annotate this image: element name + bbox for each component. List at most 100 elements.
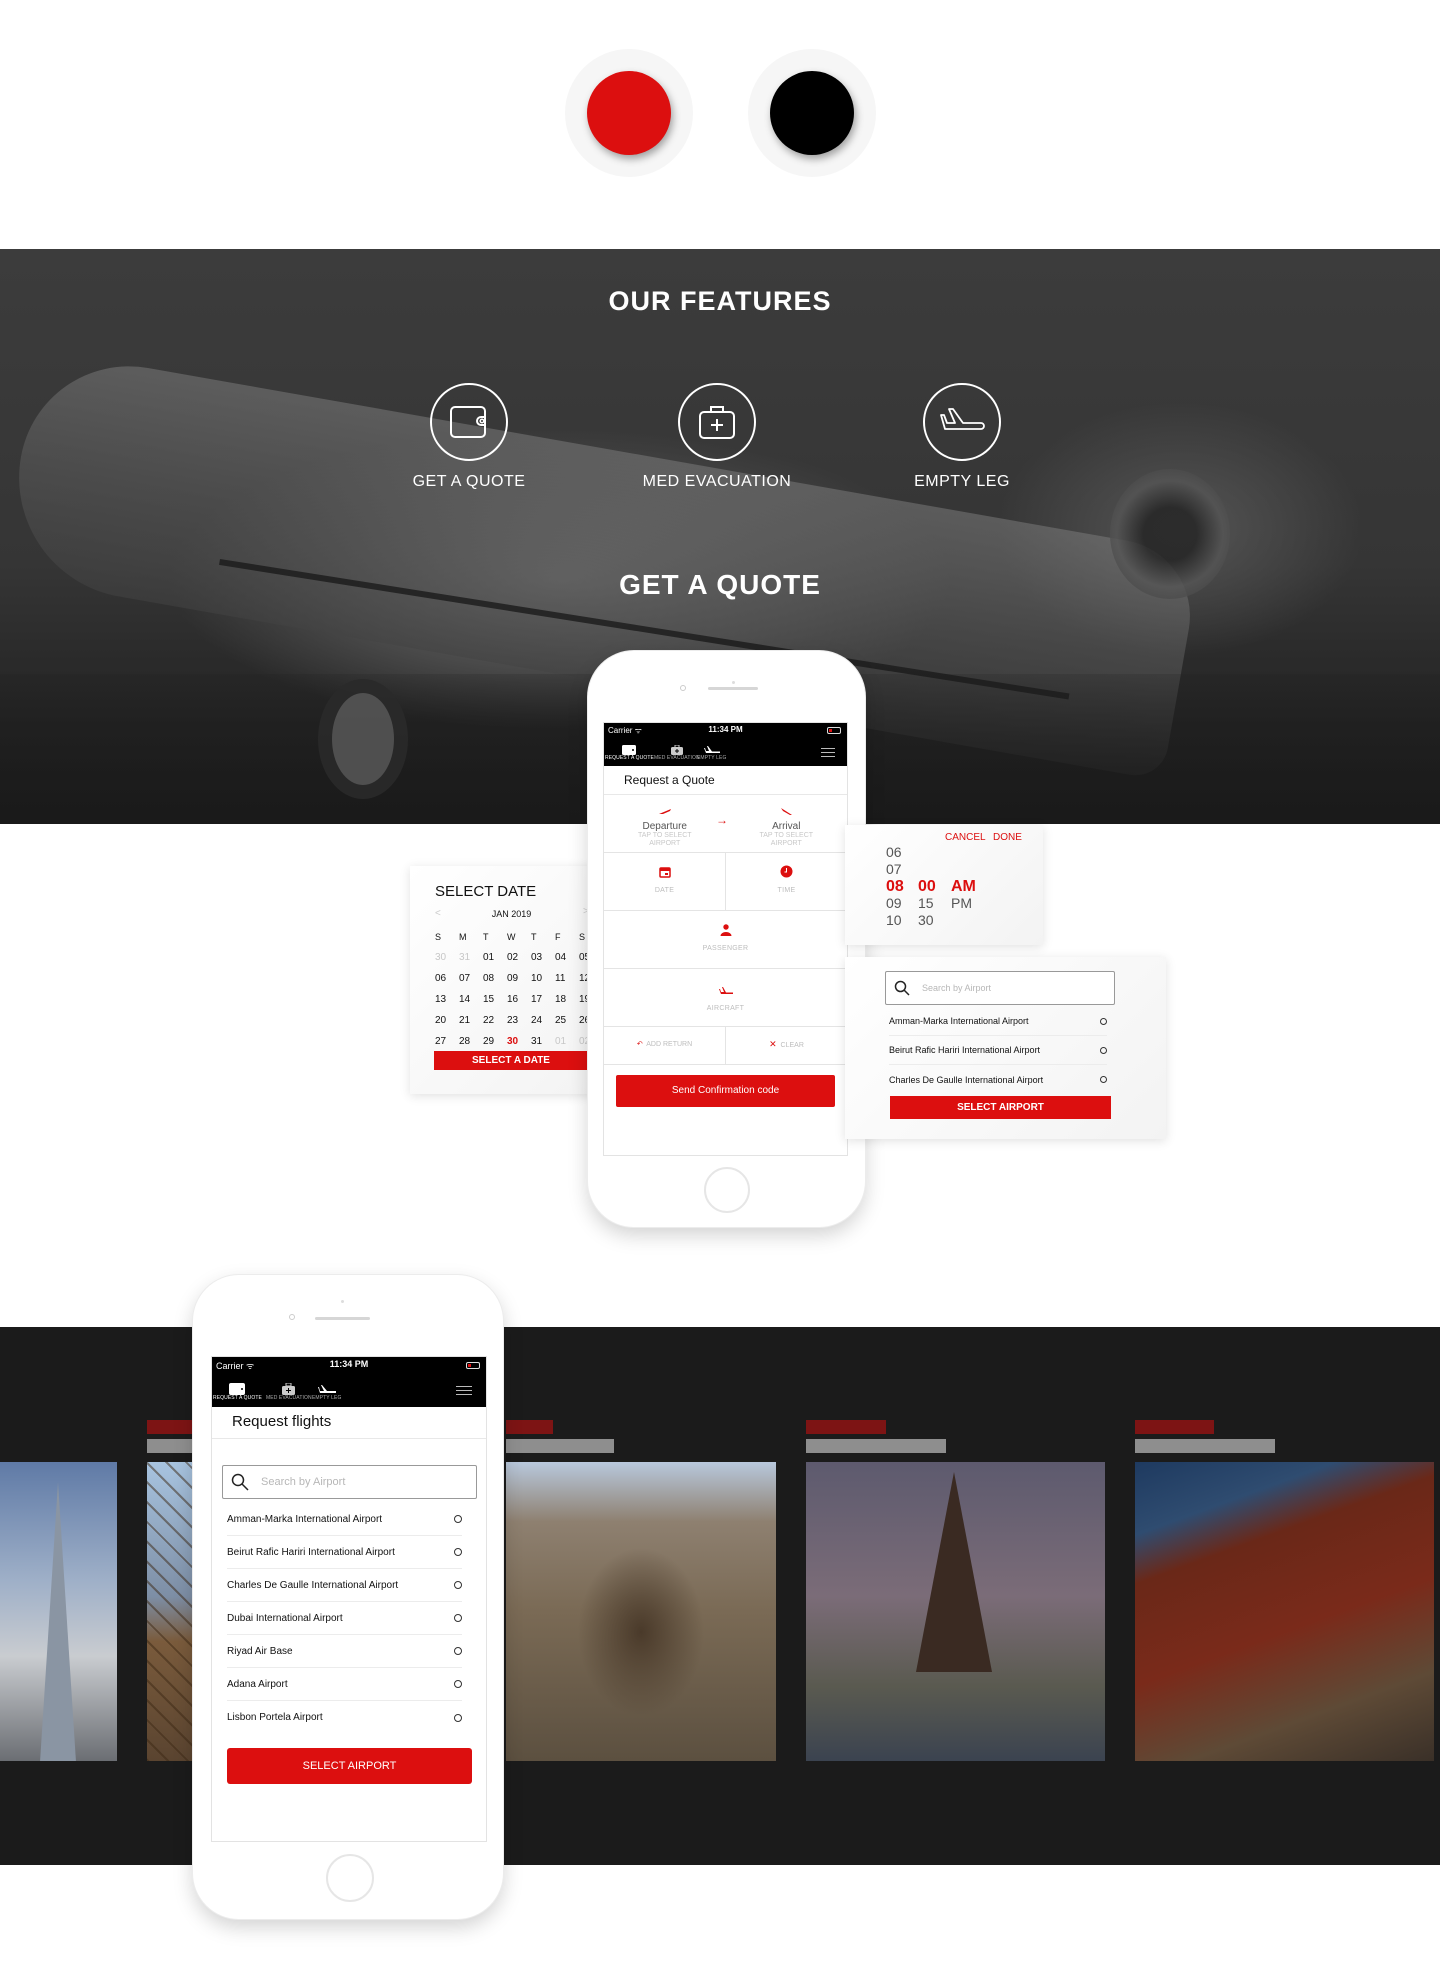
calendar-day[interactable]: 09 xyxy=(507,968,531,989)
calendar-day[interactable]: 01 xyxy=(555,1031,579,1052)
airport-search-input[interactable]: Search by Airport xyxy=(885,971,1115,1005)
hour-option[interactable]: 06 xyxy=(886,844,904,861)
calendar-day[interactable]: 07 xyxy=(459,968,483,989)
calendar-day[interactable]: 14 xyxy=(459,989,483,1010)
calendar-day[interactable]: 18 xyxy=(555,989,579,1010)
hour-option[interactable]: 09 xyxy=(886,895,904,912)
departure-field[interactable]: Departure TAP TO SELECT AIRPORT xyxy=(604,795,726,852)
select-airport-button[interactable]: SELECT AIRPORT xyxy=(890,1096,1111,1119)
calendar-day[interactable]: 08 xyxy=(483,968,507,989)
minute-option[interactable]: 15 xyxy=(918,895,936,912)
airport-list-item[interactable]: Beirut Rafic Hariri International Airpor… xyxy=(227,1536,462,1569)
send-confirmation-button[interactable]: Send Confirmation code xyxy=(616,1075,835,1107)
radio-button[interactable] xyxy=(454,1647,462,1655)
menu-icon[interactable] xyxy=(456,1386,472,1398)
home-button[interactable] xyxy=(704,1167,750,1213)
feature-med-evacuation[interactable]: MED EVACUATION xyxy=(617,383,817,491)
radio-button[interactable] xyxy=(454,1713,462,1722)
nav-tab-request-quote[interactable]: REQUEST A QUOTE xyxy=(213,1378,262,1401)
calendar-day[interactable]: 23 xyxy=(507,1010,531,1031)
calendar-day[interactable]: 28 xyxy=(459,1031,483,1052)
calendar-day[interactable]: 30 xyxy=(507,1031,531,1052)
calendar-day[interactable]: 03 xyxy=(531,947,555,968)
calendar-day[interactable]: 22 xyxy=(483,1010,507,1031)
time-cancel-button[interactable]: CANCEL xyxy=(945,832,986,843)
radio-button[interactable] xyxy=(1100,1017,1107,1025)
airplane-icon xyxy=(312,1378,341,1395)
period-option[interactable]: PM xyxy=(951,895,976,912)
nav-tab-empty-leg[interactable]: EMPTY LEG xyxy=(697,741,726,761)
radio-button[interactable] xyxy=(454,1581,462,1589)
arrival-field[interactable]: Arrival TAP TO SELECT AIRPORT xyxy=(726,795,848,852)
calendar-day[interactable]: 06 xyxy=(435,968,459,989)
minute-option[interactable]: 30 xyxy=(918,912,936,929)
calendar-day[interactable]: 31 xyxy=(531,1031,555,1052)
airport-list-item[interactable]: Amman-Marka International Airport xyxy=(889,1007,1107,1036)
hour-option[interactable]: 10 xyxy=(886,912,904,929)
calendar-icon xyxy=(604,865,725,883)
feature-get-a-quote[interactable]: GET A QUOTE xyxy=(369,383,569,491)
nav-tab-med-evacuation[interactable]: MED EVACUATION xyxy=(654,741,700,761)
calendar-day[interactable]: 15 xyxy=(483,989,507,1010)
radio-button[interactable] xyxy=(454,1548,462,1556)
nav-tab-request-quote[interactable]: REQUEST A QUOTE xyxy=(605,741,654,761)
passenger-field[interactable]: PASSENGER xyxy=(604,911,847,968)
airport-list-item[interactable]: Beirut Rafic Hariri International Airpor… xyxy=(889,1036,1107,1065)
calendar-day[interactable]: 16 xyxy=(507,989,531,1010)
radio-button[interactable] xyxy=(454,1515,462,1523)
select-date-button[interactable]: SELECT A DATE xyxy=(434,1051,588,1070)
add-return-button[interactable]: ↶ ADD RETURN xyxy=(604,1027,725,1064)
date-field[interactable]: DATE xyxy=(604,853,725,910)
home-button[interactable] xyxy=(326,1854,374,1902)
calendar-day[interactable]: 17 xyxy=(531,989,555,1010)
radio-button[interactable] xyxy=(1100,1076,1107,1083)
airport-list-item[interactable]: Amman-Marka International Airport xyxy=(227,1503,462,1536)
aircraft-field[interactable]: AIRCRAFT xyxy=(604,969,847,1026)
radio-button[interactable] xyxy=(1100,1046,1107,1054)
calendar-day[interactable]: 10 xyxy=(531,968,555,989)
airport-search-input[interactable]: Search by Airport xyxy=(222,1465,477,1499)
clear-button[interactable]: ✕ CLEAR xyxy=(725,1027,847,1064)
search-icon xyxy=(231,1473,249,1491)
calendar-day[interactable]: 29 xyxy=(483,1031,507,1052)
calendar-day[interactable]: 24 xyxy=(531,1010,555,1031)
calendar-day[interactable]: 25 xyxy=(555,1010,579,1031)
feature-label: GET A QUOTE xyxy=(412,473,526,490)
calendar-day[interactable]: 04 xyxy=(555,947,579,968)
nav-tab-med-evacuation[interactable]: MED EVACUATION xyxy=(266,1378,312,1401)
radio-button[interactable] xyxy=(454,1680,462,1688)
airport-list-item[interactable]: Adana Airport xyxy=(227,1668,462,1701)
airport-list-item[interactable]: Charles De Gaulle International Airport xyxy=(227,1569,462,1602)
period-column[interactable]: AM PM xyxy=(951,878,976,912)
calendar-day[interactable]: 30 xyxy=(435,947,459,968)
period-option[interactable]: AM xyxy=(951,878,976,895)
time-done-button[interactable]: DONE xyxy=(993,832,1022,843)
airport-list-item[interactable]: Charles De Gaulle International Airport xyxy=(889,1065,1107,1094)
calendar-day[interactable]: 02 xyxy=(507,947,531,968)
nav-tab-empty-leg[interactable]: EMPTY LEG xyxy=(312,1378,341,1401)
hour-option[interactable]: 07 xyxy=(886,861,904,878)
time-field[interactable]: TIME xyxy=(725,853,847,910)
select-airport-button[interactable]: SELECT AIRPORT xyxy=(227,1748,472,1784)
feature-empty-leg[interactable]: EMPTY LEG xyxy=(862,383,1062,491)
hour-option[interactable]: 08 xyxy=(886,878,904,895)
airport-list-item[interactable]: Dubai International Airport xyxy=(227,1602,462,1635)
calendar-day[interactable]: 27 xyxy=(435,1031,459,1052)
hour-column[interactable]: 06 07 08 09 10 xyxy=(886,844,904,929)
calendar-day[interactable]: 31 xyxy=(459,947,483,968)
calendar-day[interactable]: 11 xyxy=(555,968,579,989)
calendar-day[interactable]: 20 xyxy=(435,1010,459,1031)
arrival-plane-icon xyxy=(726,803,848,821)
calendar-week-row: 27 28 29 30 31 01 02 xyxy=(435,1031,603,1052)
airport-list-item[interactable]: Riyad Air Base xyxy=(227,1635,462,1668)
calendar-day[interactable]: 13 xyxy=(435,989,459,1010)
calendar-day[interactable]: 01 xyxy=(483,947,507,968)
radio-button[interactable] xyxy=(454,1614,462,1622)
minute-column[interactable]: 00 15 30 xyxy=(918,878,936,929)
airport-list-item[interactable]: Lisbon Portela Airport xyxy=(227,1701,462,1734)
minute-option[interactable]: 00 xyxy=(918,878,936,895)
airport-list: Amman-Marka International Airport Beirut … xyxy=(889,1007,1107,1094)
phone-camera xyxy=(289,1314,295,1320)
menu-icon[interactable] xyxy=(821,748,835,760)
calendar-day[interactable]: 21 xyxy=(459,1010,483,1031)
